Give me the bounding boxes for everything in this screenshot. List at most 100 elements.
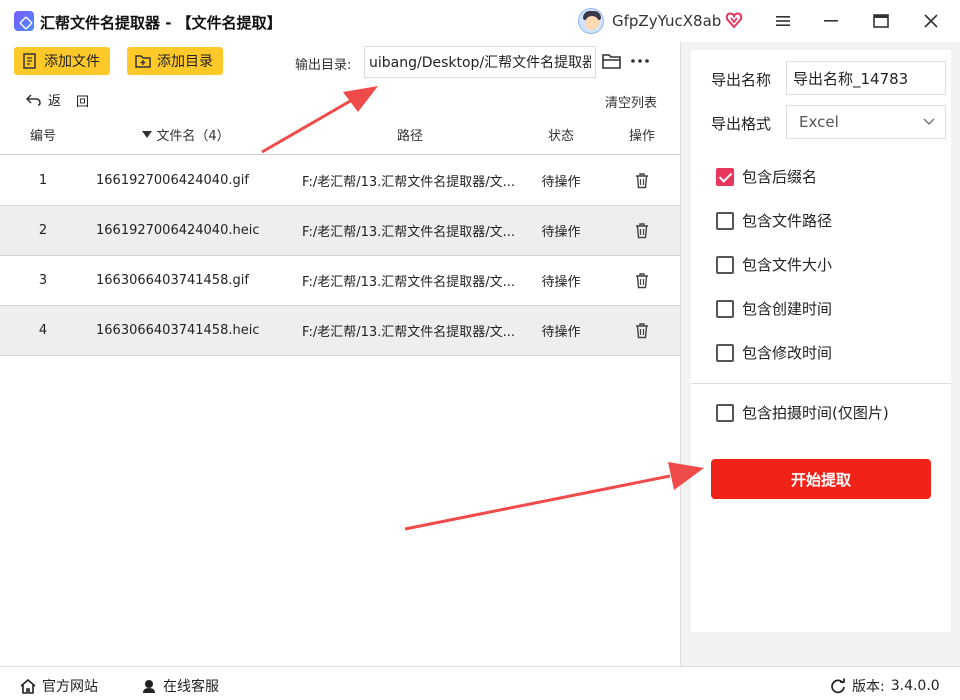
close-icon[interactable] (918, 8, 944, 34)
user-name[interactable]: GfpZyYucX8ab (612, 12, 721, 30)
start-extract-button[interactable]: 开始提取 (711, 459, 931, 499)
version-label: 版本: (852, 679, 885, 695)
row-status: 待操作 (541, 325, 581, 340)
add-directory-label: 添加目录 (157, 54, 213, 70)
row-filename: 1663066403741458.heic (96, 323, 260, 338)
header-filename-label: 文件名（4） (156, 129, 230, 144)
checkbox-checked[interactable] (716, 167, 734, 186)
row-path: F:/老汇帮/13.汇帮文件名提取器/文... (302, 275, 516, 290)
row-index: 2 (38, 223, 48, 238)
delete-row-button[interactable] (602, 156, 682, 205)
delete-row-button[interactable] (602, 306, 682, 355)
delete-row-button[interactable] (602, 206, 682, 255)
checkbox[interactable] (716, 343, 734, 362)
option-label: 包含文件路径 (742, 212, 833, 230)
back-button[interactable]: 返 (26, 90, 61, 109)
trash-icon (636, 222, 648, 238)
checkbox[interactable] (716, 299, 734, 318)
row-status: 待操作 (541, 175, 581, 190)
headset-icon (143, 680, 155, 693)
folder-open-icon[interactable] (602, 52, 622, 70)
online-support-label: 在线客服 (163, 679, 219, 695)
divider (691, 383, 951, 384)
refresh-icon (831, 678, 845, 694)
row-filename: 1663066403741458.gif (96, 273, 249, 288)
export-format-select[interactable]: Excel (786, 105, 946, 139)
option-label: 包含修改时间 (742, 344, 833, 362)
table-row[interactable]: 2 1661927006424040.heic F:/老汇帮/13.汇帮文件名提… (0, 206, 680, 256)
version-value: 3.4.0.0 (890, 678, 940, 694)
row-index: 3 (38, 273, 48, 288)
export-format-label: 导出格式 (711, 115, 772, 133)
online-support-link[interactable]: 在线客服 (141, 676, 219, 696)
option-include-created-time[interactable]: 包含创建时间 (716, 298, 832, 319)
maximize-icon[interactable] (868, 8, 894, 34)
app-logo-icon (14, 11, 34, 31)
title-bar: 汇帮文件名提取器 - 【文件名提取】 GfpZyYucX8ab (0, 0, 960, 42)
header-action: 操作 (628, 129, 655, 144)
header-filename[interactable]: 文件名（4） (86, 115, 286, 154)
chevron-down-icon (923, 118, 935, 126)
row-index: 1 (38, 173, 48, 188)
header-path: 路径 (396, 129, 423, 144)
official-website-link[interactable]: 官方网站 (20, 676, 98, 696)
row-filename: 1661927006424040.heic (96, 223, 260, 238)
user-avatar[interactable] (578, 8, 604, 34)
export-name-input[interactable] (786, 61, 946, 95)
header-status: 状态 (547, 129, 574, 144)
checkbox[interactable] (716, 211, 734, 230)
row-path: F:/老汇帮/13.汇帮文件名提取器/文... (302, 175, 516, 190)
option-include-path[interactable]: 包含文件路径 (716, 210, 832, 231)
back-arrow-icon (26, 93, 41, 106)
minimize-icon[interactable] (818, 8, 844, 34)
table-row[interactable]: 4 1663066403741458.heic F:/老汇帮/13.汇帮文件名提… (0, 306, 680, 356)
row-path: F:/老汇帮/13.汇帮文件名提取器/文... (302, 225, 516, 240)
output-dir-input[interactable] (364, 46, 596, 78)
back-label: 返 (48, 94, 62, 109)
settings-panel: 导出名称 导出格式 Excel 包含后缀名 包含文件路径 包含文件大小 包含创建… (680, 42, 960, 666)
delete-row-button[interactable] (602, 256, 682, 305)
trash-icon (636, 172, 648, 188)
table-row[interactable]: 3 1663066403741458.gif F:/老汇帮/13.汇帮文件名提取… (0, 256, 680, 306)
trash-icon (636, 322, 648, 338)
add-folder-icon (135, 55, 151, 68)
add-file-icon (23, 53, 36, 69)
header-index: 编号 (29, 129, 56, 144)
checkbox[interactable] (716, 403, 734, 422)
option-include-extension[interactable]: 包含后缀名 (716, 166, 817, 187)
option-include-size[interactable]: 包含文件大小 (716, 254, 832, 275)
clear-list-button[interactable]: 清空列表 (605, 92, 657, 111)
output-dir-label: 输出目录: (295, 58, 352, 73)
row-status: 待操作 (541, 275, 581, 290)
option-label: 包含后缀名 (742, 168, 818, 186)
add-file-label: 添加文件 (44, 54, 100, 70)
row-status: 待操作 (541, 225, 581, 240)
option-label: 包含文件大小 (742, 256, 833, 274)
home-icon (20, 678, 36, 694)
window-title: 汇帮文件名提取器 - 【文件名提取】 (40, 14, 282, 32)
option-include-photo-time[interactable]: 包含拍摄时间(仅图片) (716, 402, 889, 423)
table-row[interactable]: 1 1661927006424040.gif F:/老汇帮/13.汇帮文件名提取… (0, 156, 680, 206)
vip-heart-icon[interactable] (725, 11, 743, 29)
menu-icon[interactable] (770, 8, 796, 34)
checkbox[interactable] (716, 255, 734, 274)
status-bar: 官方网站 在线客服 版本: 3.4.0.0 (0, 666, 960, 700)
export-format-value: Excel (799, 113, 839, 131)
row-filename: 1661927006424040.gif (96, 173, 249, 188)
file-list-panel: 添加文件 添加目录 输出目录: 返 回 清空列表 编号 文件名（4） 路径 状态… (0, 42, 680, 666)
more-icon[interactable] (630, 52, 650, 70)
back-label-2[interactable]: 回 (76, 91, 89, 110)
row-path: F:/老汇帮/13.汇帮文件名提取器/文... (302, 325, 516, 340)
sort-down-icon (142, 130, 153, 138)
version-info[interactable]: 版本: 3.4.0.0 (830, 676, 940, 696)
settings-card: 导出名称 导出格式 Excel 包含后缀名 包含文件路径 包含文件大小 包含创建… (691, 50, 951, 632)
option-include-modified-time[interactable]: 包含修改时间 (716, 342, 832, 363)
option-label: 包含拍摄时间(仅图片) (742, 404, 889, 422)
trash-icon (636, 272, 648, 288)
official-website-label: 官方网站 (42, 679, 98, 695)
add-directory-button[interactable]: 添加目录 (127, 47, 223, 75)
add-file-button[interactable]: 添加文件 (14, 47, 110, 75)
option-label: 包含创建时间 (742, 300, 833, 318)
table-header: 编号 文件名（4） 路径 状态 操作 (0, 115, 680, 155)
export-name-label: 导出名称 (711, 71, 772, 89)
